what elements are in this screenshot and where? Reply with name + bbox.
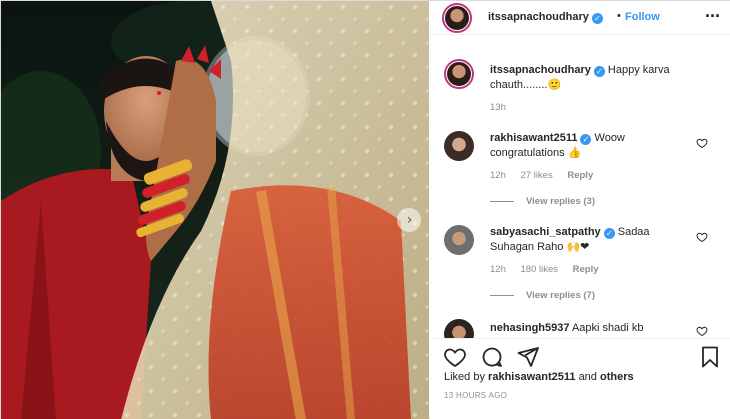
comment-avatar-image [444,319,474,338]
view-replies-label: View replies (7) [526,290,595,301]
caption-time: 13h [490,102,506,113]
post-sidebar: itssapnachoudhary ✓ • Follow ··· itssapna… [430,1,730,419]
author-avatar[interactable] [442,3,472,33]
view-replies-button[interactable]: View replies (3) [490,196,595,207]
heart-icon[interactable] [696,137,708,149]
comment-likes[interactable]: 27 likes [521,170,553,181]
reply-button[interactable]: Reply [573,264,599,275]
replies-divider [490,294,514,296]
liked-by-user[interactable]: rakhisawant2511 [488,371,575,383]
verified-badge-icon: ✓ [593,66,605,77]
liked-by-others[interactable]: others [600,371,634,383]
post-actions: Liked by rakhisawant2511 and others 13 H… [430,338,730,419]
comment-icon[interactable] [480,345,504,369]
reply-button[interactable]: Reply [567,170,593,181]
post-header: itssapnachoudhary ✓ • Follow ··· [430,1,730,35]
share-icon[interactable] [516,345,540,369]
instagram-post: › itssapnachoudhary ✓ • Follow ··· itssap… [0,0,730,419]
liked-by-prefix: Liked by [444,371,485,383]
author-username-text: itssapnachoudhary [488,11,589,23]
more-options-icon[interactable]: ··· [705,6,721,27]
comment-username[interactable]: rakhisawant2511 [490,132,577,144]
author-avatar-image [445,6,469,30]
caption-meta: 13h [490,102,518,113]
comment-meta: 12h 180 likes Reply [490,264,611,275]
follow-button[interactable]: Follow [625,11,660,23]
like-heart-icon[interactable] [443,345,467,369]
comment-time: 12h [490,264,506,275]
comment-text: rakhisawant2511 ✓ Woow congratulations 👍 [490,131,695,161]
verified-badge-icon: ✓ [580,134,592,145]
caption-text: itssapnachoudhary ✓ Happy karva chauth...… [490,63,695,93]
author-username[interactable]: itssapnachoudhary ✓ [488,11,603,24]
liked-by-and: and [578,371,597,383]
post-photo[interactable]: › [1,1,429,419]
next-image-button[interactable]: › [397,208,421,232]
comment-avatar-image [444,131,474,161]
comment-avatar[interactable] [444,319,474,338]
comment-avatar[interactable] [444,131,474,161]
comment-avatar[interactable] [444,225,474,255]
caption-avatar-image [447,62,471,86]
view-replies-button[interactable]: View replies (7) [490,290,595,301]
verified-badge-icon: ✓ [603,228,615,239]
bookmark-icon[interactable] [698,345,722,369]
post-timestamp[interactable]: 13 HOURS AGO [444,391,507,400]
chevron-right-icon: › [406,212,413,228]
comments-list[interactable]: itssapnachoudhary ✓ Happy karva chauth...… [430,35,730,338]
comment-body: Aapki shadi kb [571,322,644,334]
heart-icon[interactable] [696,325,708,337]
comment-text: nehasingh5937 Aapki shadi kb [490,321,695,336]
comment-meta: 12h 27 likes Reply [490,170,605,181]
comment-avatar-image [444,225,474,255]
comment-likes[interactable]: 180 likes [521,264,559,275]
caption-avatar[interactable] [444,59,474,89]
header-separator: • [617,10,621,22]
photo-illustration [1,1,429,419]
replies-divider [490,200,514,202]
comment-username[interactable]: nehasingh5937 [490,322,569,334]
comment-username[interactable]: sabyasachi_satpathy [490,226,601,238]
comment-text: sabyasachi_satpathy ✓ Sadaa Suhagan Raho … [490,225,695,255]
comment-time: 12h [490,170,506,181]
heart-icon[interactable] [696,231,708,243]
liked-by-text: Liked by rakhisawant2511 and others [444,371,634,383]
verified-badge-icon: ✓ [591,13,603,24]
view-replies-label: View replies (3) [526,196,595,207]
caption-username[interactable]: itssapnachoudhary [490,64,591,76]
